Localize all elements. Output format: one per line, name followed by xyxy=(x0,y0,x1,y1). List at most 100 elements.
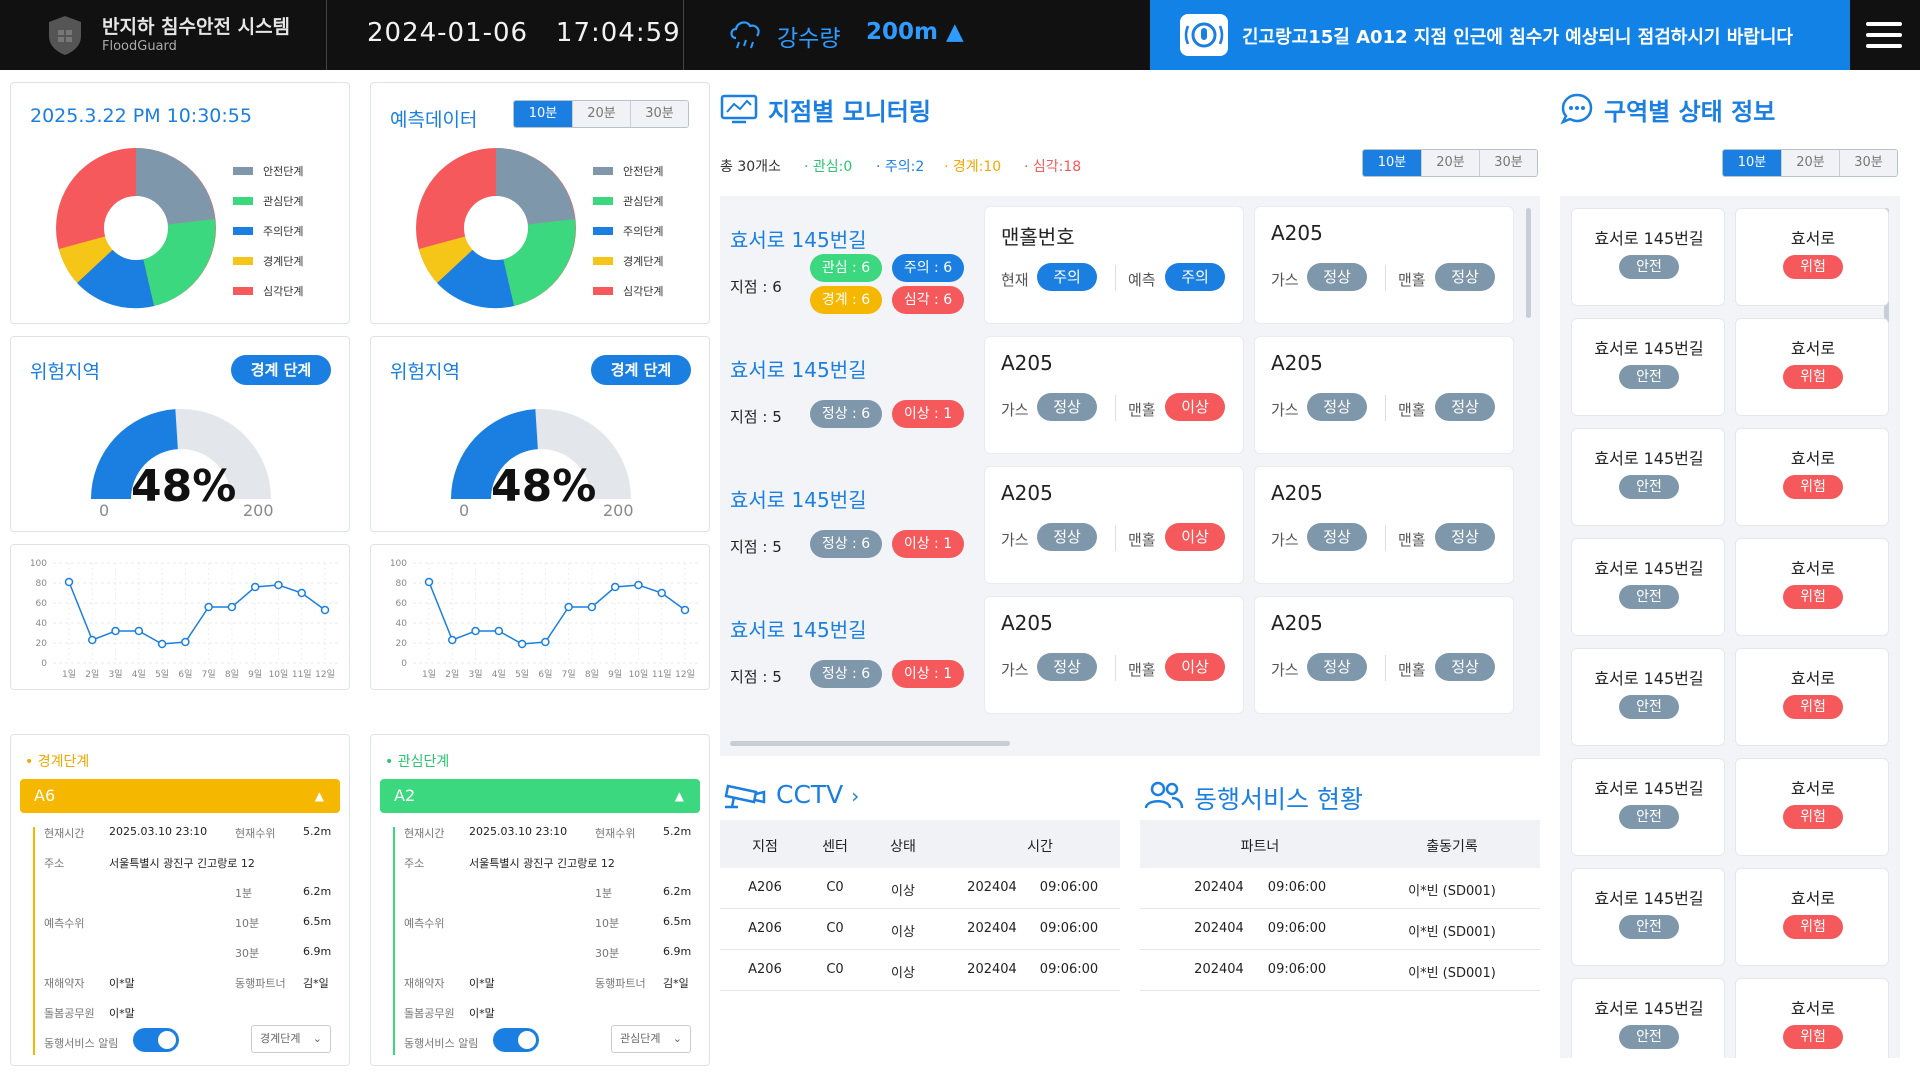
label: 맨홀 xyxy=(1398,271,1426,289)
zone-card[interactable]: 효서로 145번길 안전 xyxy=(1571,868,1725,966)
tab-20min[interactable]: 20분 xyxy=(1421,150,1479,176)
zone-name: 효서로 xyxy=(1790,449,1836,468)
current-date: 2024-01-06 xyxy=(367,18,529,48)
sensor-card[interactable]: 맨홀번호 현재 주의 예측 주의 xyxy=(984,206,1244,324)
data-point xyxy=(111,626,120,636)
zone-name: 효서로 xyxy=(1790,779,1836,798)
zone-name: 효서로 145번길 xyxy=(1594,449,1704,468)
data-point xyxy=(634,580,643,590)
sensor-card[interactable]: A205 가스 정상 맨홀 정상 xyxy=(1254,206,1514,324)
zone-card[interactable]: 효서로 145번길 안전 xyxy=(1571,758,1725,856)
count-interest: · 관심:0 xyxy=(804,159,853,175)
tab-10min[interactable]: 10분 xyxy=(514,101,572,127)
companion-alert-toggle[interactable] xyxy=(493,1028,539,1052)
tab-30min[interactable]: 30분 xyxy=(1839,150,1897,176)
monitor-row[interactable]: 효서로 145번길 지점 : 5 정상 : 6 이상 : 1 A205 가스 정… xyxy=(720,586,1540,714)
companion-alert-toggle[interactable] xyxy=(133,1028,179,1052)
zone-card[interactable]: 효서로 위험 xyxy=(1735,758,1889,856)
count-severe: · 심각:18 xyxy=(1024,159,1082,175)
partner: 김*일 xyxy=(663,977,689,990)
zone-card[interactable]: 효서로 145번길 안전 xyxy=(1571,208,1725,306)
zone-status-badge: 위험 xyxy=(1783,915,1843,939)
status-pill: 이상 xyxy=(1165,393,1225,421)
zone-name: 효서로 xyxy=(1790,229,1836,248)
collapse-arrow-icon[interactable]: ▲ xyxy=(315,779,324,813)
data-point xyxy=(610,582,620,592)
monitor-row[interactable]: 효서로 145번길 지점 : 5 정상 : 6 이상 : 1 A205 가스 정… xyxy=(720,326,1540,454)
status-pill: 정상 xyxy=(1037,523,1097,551)
zone-name: 효서로 145번길 xyxy=(1594,999,1704,1018)
data-point xyxy=(320,605,330,615)
partner: 김*일 xyxy=(303,977,329,990)
cctv-table: 지점 센터 상태 시간 A206 C0 이상 202404 09:06:00 A… xyxy=(720,820,1120,991)
tab-10min[interactable]: 10분 xyxy=(1723,150,1781,176)
zone-card[interactable]: 효서로 위험 xyxy=(1735,318,1889,416)
cctv-title[interactable]: CCTV › xyxy=(776,780,859,809)
legend-item: 주의단계 xyxy=(233,216,303,246)
alert-banner[interactable]: 긴고랑고15길 A012 지점 인근에 침수가 예상되니 점검하시기 바랍니다 xyxy=(1150,0,1850,70)
sensor-card[interactable]: A205 가스 정상 맨홀 정상 xyxy=(1254,596,1514,714)
gauge-min: 0 xyxy=(459,501,470,520)
rain-cloud-icon xyxy=(730,21,760,49)
x-tick-label: 9일 xyxy=(608,669,622,680)
table-row[interactable]: 202404 09:06:00 이*빈 (SD001) xyxy=(1140,868,1540,909)
stage-accordion-header[interactable]: A6 ▲ xyxy=(20,779,340,813)
sensor-card[interactable]: A205 가스 정상 맨홀 이상 xyxy=(984,466,1244,584)
risk-area-title: 위험지역 xyxy=(390,361,460,383)
label: 현재시간 xyxy=(404,827,445,840)
legend-item: 경계단계 xyxy=(593,246,663,276)
zone-card[interactable]: 효서로 145번길 안전 xyxy=(1571,648,1725,746)
monitor-row[interactable]: 효서로 145번길 지점 : 6 관심 : 6 주의 : 6 경계 : 6 심각… xyxy=(720,196,1540,324)
sensor-card[interactable]: A205 가스 정상 맨홀 정상 xyxy=(1254,336,1514,454)
sensor-card[interactable]: A205 가스 정상 맨홀 이상 xyxy=(984,596,1244,714)
zone-card[interactable]: 효서로 위험 xyxy=(1735,428,1889,526)
zone-card[interactable]: 효서로 위험 xyxy=(1735,538,1889,636)
tab-30min[interactable]: 30분 xyxy=(1479,150,1537,176)
horizontal-scrollbar[interactable] xyxy=(730,741,1010,746)
gauge-min: 0 xyxy=(99,501,110,520)
zone-card[interactable]: 효서로 위험 xyxy=(1735,868,1889,966)
status-pill: 주의 xyxy=(1165,263,1225,291)
vulnerable-person: 이*말 xyxy=(469,977,495,990)
alert-stage-badge[interactable]: 경계 단계 xyxy=(231,355,331,385)
x-tick-label: 3일 xyxy=(109,669,123,680)
zone-card[interactable]: 효서로 145번길 안전 xyxy=(1571,538,1725,636)
zone-card[interactable]: 효서로 위험 xyxy=(1735,978,1889,1058)
label: 예측 xyxy=(1128,271,1156,289)
pill-abnormal: 이상 : 1 xyxy=(892,660,964,688)
zone-card[interactable]: 효서로 위험 xyxy=(1735,208,1889,306)
tab-20min[interactable]: 20분 xyxy=(572,101,630,127)
stage-accordion-header[interactable]: A2 ▲ xyxy=(380,779,700,813)
legend-item: 심각단계 xyxy=(233,276,303,306)
table-row[interactable]: A206 C0 이상 202404 09:06:00 xyxy=(720,909,1120,950)
zone-card[interactable]: 효서로 145번길 안전 xyxy=(1571,978,1725,1058)
sensor-card[interactable]: A205 가스 정상 맨홀 이상 xyxy=(984,336,1244,454)
table-row[interactable]: 202404 09:06:00 이*빈 (SD001) xyxy=(1140,950,1540,991)
zone-name: 효서로 xyxy=(1790,669,1836,688)
label: 재해약자 xyxy=(404,977,445,990)
data-point xyxy=(424,577,434,587)
status-pill: 이상 xyxy=(1165,523,1225,551)
monitor-row[interactable]: 효서로 145번길 지점 : 5 정상 : 6 이상 : 1 A205 가스 정… xyxy=(720,456,1540,584)
table-row[interactable]: A206 C0 이상 202404 09:06:00 xyxy=(720,950,1120,991)
sensor-card[interactable]: A205 가스 정상 맨홀 정상 xyxy=(1254,466,1514,584)
table-row[interactable]: A206 C0 이상 202404 09:06:00 xyxy=(720,868,1120,909)
tab-10min[interactable]: 10분 xyxy=(1363,150,1421,176)
label: 동행서비스 알림 xyxy=(404,1037,479,1050)
zone-card[interactable]: 효서로 위험 xyxy=(1735,648,1889,746)
label: 가스 xyxy=(1271,661,1299,679)
collapse-arrow-icon[interactable]: ▲ xyxy=(675,779,684,813)
zone-card[interactable]: 효서로 145번길 안전 xyxy=(1571,428,1725,526)
tab-30min[interactable]: 30분 xyxy=(630,101,688,127)
zone-card[interactable]: 효서로 145번길 안전 xyxy=(1571,318,1725,416)
table-row[interactable]: 202404 09:06:00 이*빈 (SD001) xyxy=(1140,909,1540,950)
zone-name: 효서로 145번길 xyxy=(1594,779,1704,798)
tab-20min[interactable]: 20분 xyxy=(1781,150,1839,176)
x-tick-label: 8일 xyxy=(585,669,599,680)
hamburger-menu-icon[interactable] xyxy=(1866,22,1902,48)
alert-stage-badge[interactable]: 경계 단계 xyxy=(591,355,691,385)
stage-select[interactable]: 경계단계 ⌄ xyxy=(251,1025,331,1053)
vertical-scrollbar[interactable] xyxy=(1526,208,1531,318)
stage-select[interactable]: 관심단계 ⌄ xyxy=(611,1025,691,1053)
y-tick-label: 100 xyxy=(390,559,407,569)
